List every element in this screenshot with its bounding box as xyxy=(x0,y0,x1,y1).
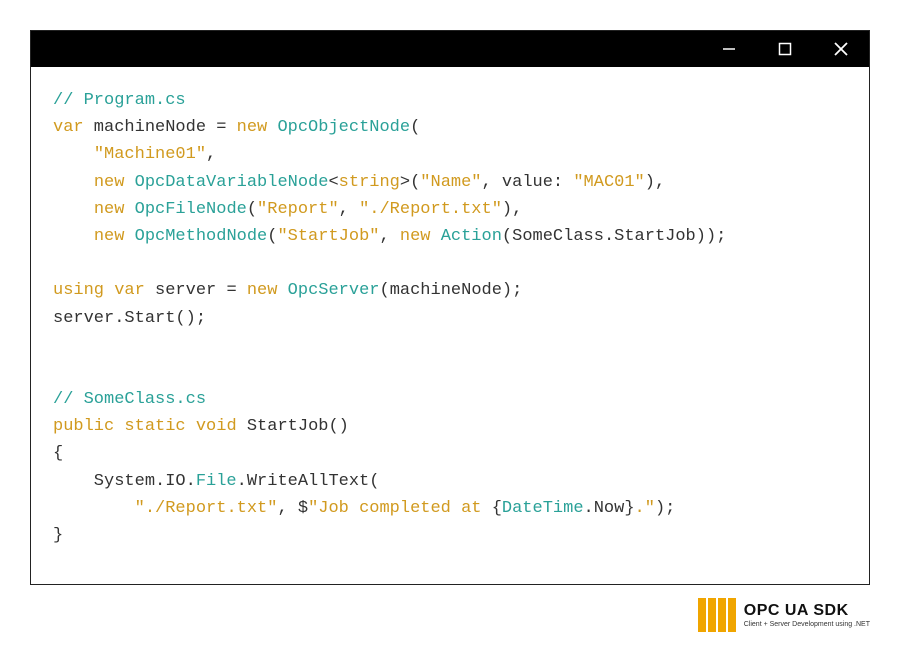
code-string: "Report" xyxy=(257,200,339,219)
code-keyword: string xyxy=(339,173,400,192)
code-comment: // SomeClass.cs xyxy=(53,390,206,409)
code-text: (machineNode); xyxy=(380,281,523,300)
code-string: "Machine01" xyxy=(94,145,206,164)
code-string: ." xyxy=(635,499,655,518)
code-keyword: var xyxy=(53,118,84,137)
code-string: "MAC01" xyxy=(573,173,644,192)
code-text: ( xyxy=(247,200,257,219)
code-keyword: new xyxy=(94,227,125,246)
code-text: StartJob() xyxy=(237,417,349,436)
code-paren: ( xyxy=(410,118,420,137)
code-text: ( xyxy=(267,227,277,246)
minimize-icon xyxy=(722,42,736,56)
code-text: , $ xyxy=(277,499,308,518)
code-text: >( xyxy=(400,173,420,192)
code-text: machineNode = xyxy=(84,118,237,137)
code-keyword: static xyxy=(114,417,185,436)
code-text: , xyxy=(339,200,359,219)
logo-subtitle: Client + Server Development using .NET xyxy=(744,621,870,628)
maximize-button[interactable] xyxy=(767,31,803,67)
code-type: OpcMethodNode xyxy=(124,227,267,246)
code-text: (SomeClass.StartJob)); xyxy=(502,227,726,246)
code-editor[interactable]: // Program.cs var machineNode = new OpcO… xyxy=(31,67,869,569)
code-type: OpcFileNode xyxy=(124,200,246,219)
code-string: "Name" xyxy=(420,173,481,192)
code-text: , value: xyxy=(482,173,574,192)
logo-main-text: OPC UA xyxy=(744,602,809,619)
code-text xyxy=(53,499,135,518)
code-keyword: new xyxy=(247,281,278,300)
code-text: , xyxy=(379,227,399,246)
code-keyword: new xyxy=(400,227,431,246)
logo-bars-icon xyxy=(698,598,736,632)
code-keyword: using xyxy=(53,281,104,300)
code-string: "Job completed at xyxy=(308,499,492,518)
code-keyword: new xyxy=(94,200,125,219)
maximize-icon xyxy=(778,42,792,56)
code-type: Action xyxy=(431,227,502,246)
code-text: } xyxy=(624,499,634,518)
code-type: DateTime xyxy=(502,499,584,518)
minimize-button[interactable] xyxy=(711,31,747,67)
code-text: ); xyxy=(655,499,675,518)
code-text: } xyxy=(53,526,63,545)
code-string: "./Report.txt" xyxy=(359,200,502,219)
code-comment: // Program.cs xyxy=(53,91,186,110)
code-text: .WriteAllText( xyxy=(237,472,380,491)
logo-text: OPC UA SDK Client + Server Development u… xyxy=(744,603,870,628)
code-text: , xyxy=(206,145,216,164)
code-text: { xyxy=(53,444,63,463)
code-text: server = xyxy=(145,281,247,300)
code-type: OpcServer xyxy=(277,281,379,300)
code-keyword: var xyxy=(104,281,145,300)
code-string: "./Report.txt" xyxy=(135,499,278,518)
code-text: .Now xyxy=(584,499,625,518)
code-string: "StartJob" xyxy=(277,227,379,246)
code-text: System.IO. xyxy=(53,472,196,491)
code-text: ), xyxy=(645,173,665,192)
logo: OPC UA SDK Client + Server Development u… xyxy=(698,598,870,632)
code-keyword: new xyxy=(237,118,268,137)
code-keyword: new xyxy=(94,173,125,192)
code-type: OpcDataVariableNode xyxy=(124,173,328,192)
code-text: ), xyxy=(502,200,522,219)
close-button[interactable] xyxy=(823,31,859,67)
code-text: < xyxy=(328,173,338,192)
code-keyword: void xyxy=(186,417,237,436)
code-text: server.Start(); xyxy=(53,309,206,328)
code-type: File xyxy=(196,472,237,491)
close-icon xyxy=(833,41,849,57)
logo-sdk-text: SDK xyxy=(808,602,848,619)
code-text: { xyxy=(492,499,502,518)
titlebar xyxy=(31,31,869,67)
code-keyword: public xyxy=(53,417,114,436)
code-type: OpcObjectNode xyxy=(267,118,410,137)
code-window: // Program.cs var machineNode = new OpcO… xyxy=(30,30,870,585)
